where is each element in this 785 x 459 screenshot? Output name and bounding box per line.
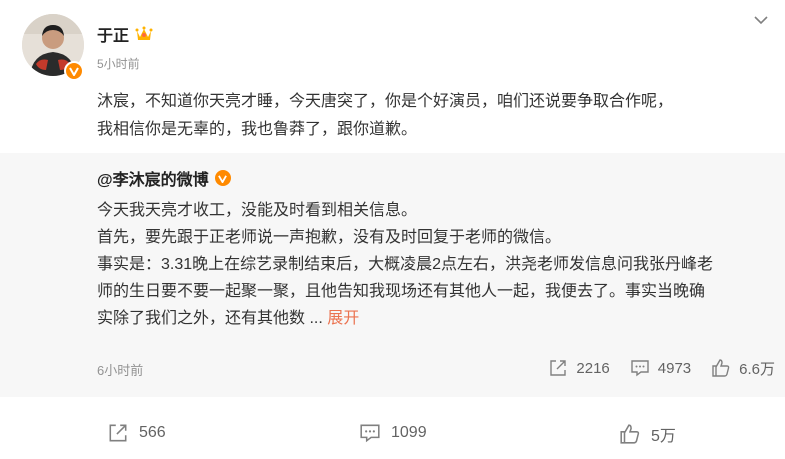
repost-text-line: 实除了我们之外，还有其他数 — [97, 310, 306, 327]
share-button[interactable]: 566 — [107, 422, 166, 444]
repost-comment-count: 4973 — [657, 359, 692, 377]
share-icon — [550, 360, 567, 376]
repost-card[interactable]: @李沐宸的微博 今天我天亮才收工，没能及时看到相关信息。 首先，要先跟于正老师说… — [0, 153, 785, 397]
weibo-post: 于正 5小时前 沐宸，不知道你天亮才睡，今天唐突了，你是个好演员，咱们还说要争取… — [0, 0, 785, 459]
post-time[interactable]: 5小时前 — [97, 55, 140, 72]
post-text-line: 我相信你是无辜的，我也鲁莽了，跟你道歉。 — [97, 121, 418, 138]
chevron-down-icon[interactable] — [753, 14, 769, 26]
author-row: 于正 — [97, 23, 153, 45]
repost-author-row: @李沐宸的微博 — [97, 166, 231, 190]
share-count: 566 — [139, 424, 166, 441]
like-count: 5万 — [651, 428, 676, 445]
repost-share-count: 2216 — [576, 359, 610, 377]
thumbs-up-icon — [620, 424, 640, 444]
repost-text-line: 事实是：3.31晚上在综艺录制结束后，大概凌晨2点左右，洪尧老师发信息问我张丹峰… — [97, 256, 714, 273]
comment-button[interactable]: 1099 — [359, 422, 427, 444]
thumbs-up-icon — [712, 359, 730, 377]
repost-text-line: 今天我天亮才收工，没能及时看到相关信息。 — [97, 202, 418, 219]
repost-author-name[interactable]: @李沐宸的微博 — [97, 166, 209, 190]
like-button[interactable]: 5万 — [619, 422, 676, 446]
comment-icon — [360, 424, 380, 443]
repost-text-line-last: 实除了我们之外，还有其他数 ... 展开 — [97, 305, 777, 332]
post-text-line: 沐宸，不知道你天亮才睡，今天唐突了，你是个好演员，咱们还说要争取合作呢， — [97, 93, 674, 110]
share-icon — [109, 424, 127, 442]
verified-badge-icon — [214, 170, 231, 186]
comment-icon — [631, 360, 649, 377]
repost-text-line: 首先，要先跟于正老师说一声抱歉，没有及时回复于老师的微信。 — [97, 229, 562, 246]
post-text: 沐宸，不知道你天亮才睡，今天唐突了，你是个好演员，咱们还说要争取合作呢， 我相信… — [97, 88, 777, 144]
repost-action-bar: 2216 4973 6.6万 — [548, 356, 775, 380]
repost-time[interactable]: 6小时前 — [97, 360, 143, 379]
repost-text-line: 师的生日要不要一起聚一聚，且他告知我现场还有其他人一起，我便去了。事实当晚确 — [97, 283, 706, 300]
verified-badge-icon — [64, 61, 84, 81]
crown-icon — [135, 26, 153, 40]
repost-like-count: 6.6万 — [739, 360, 775, 378]
repost-like-button[interactable]: 6.6万 — [711, 358, 775, 379]
repost-comment-button[interactable]: 4973 — [630, 358, 691, 378]
expand-link[interactable]: 展开 — [327, 310, 359, 327]
comment-count: 1099 — [391, 424, 427, 441]
author-name[interactable]: 于正 — [97, 22, 129, 46]
ellipsis: ... — [309, 310, 323, 327]
action-bar: 566 1099 5万 — [0, 410, 785, 459]
repost-share-button[interactable]: 2216 — [548, 358, 610, 378]
repost-text: 今天我天亮才收工，没能及时看到相关信息。 首先，要先跟于正老师说一声抱歉，没有及… — [97, 197, 777, 332]
